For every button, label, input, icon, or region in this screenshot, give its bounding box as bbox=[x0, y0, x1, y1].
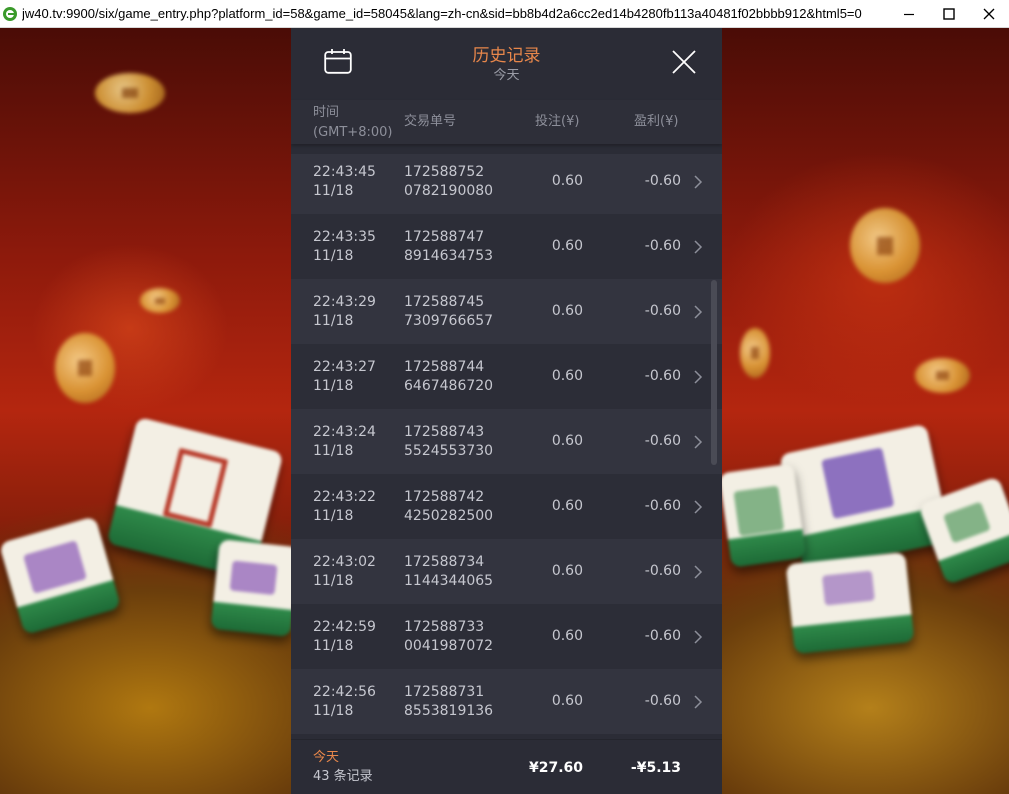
record-time: 22:42:56 11/18 bbox=[313, 684, 376, 719]
record-time: 22:43:45 11/18 bbox=[313, 164, 376, 199]
close-icon[interactable] bbox=[671, 49, 697, 75]
record-time: 22:43:22 11/18 bbox=[313, 489, 376, 524]
mahjong-tile bbox=[718, 463, 807, 568]
record-profit: -0.60 bbox=[644, 433, 681, 449]
summary-period: 今天 bbox=[313, 750, 340, 765]
record-profit: -0.60 bbox=[644, 303, 681, 319]
browser-logo-icon bbox=[3, 6, 17, 21]
chevron-right-icon[interactable] bbox=[693, 175, 703, 189]
record-order-id: 172588734 1144344065 bbox=[404, 554, 494, 589]
maximize-icon bbox=[943, 7, 955, 20]
record-bet: 0.60 bbox=[551, 303, 583, 319]
mahjong-tile bbox=[0, 516, 122, 635]
coin-decoration bbox=[850, 208, 920, 283]
record-profit: -0.60 bbox=[644, 563, 681, 579]
coin-decoration bbox=[915, 358, 970, 393]
window-url: jw40.tv:9900/six/game_entry.php?platform… bbox=[22, 6, 862, 21]
record-bet: 0.60 bbox=[551, 173, 583, 189]
summary-footer: 今天 43 条记录 ¥27.60 -¥5.13 bbox=[291, 739, 722, 794]
chevron-right-icon[interactable] bbox=[693, 305, 703, 319]
page-title: 历史记录 bbox=[472, 46, 541, 66]
table-row[interactable]: 22:43:29 11/18 172588745 7309766657 0.60 -… bbox=[291, 279, 722, 344]
record-bet: 0.60 bbox=[551, 693, 583, 709]
chevron-right-icon[interactable] bbox=[693, 565, 703, 579]
window-titlebar: jw40.tv:9900/six/game_entry.php?platform… bbox=[0, 0, 1009, 28]
record-list: 22:43:45 11/18 172588752 0782190080 0.60 -… bbox=[291, 154, 722, 734]
record-time: 22:42:59 11/18 bbox=[313, 619, 376, 654]
page-subtitle: 今天 bbox=[493, 68, 520, 83]
record-time: 22:43:02 11/18 bbox=[313, 554, 376, 589]
record-order-id: 172588747 8914634753 bbox=[404, 229, 494, 264]
record-bet: 0.60 bbox=[551, 238, 583, 254]
table-header: 时间 (GMT+8:00) 交易单号 投注(¥) 盈利(¥) bbox=[291, 100, 722, 144]
column-header-timezone: (GMT+8:00) bbox=[313, 125, 393, 140]
window-close-icon bbox=[983, 8, 995, 19]
column-header-time: 时间 (GMT+8:00) bbox=[313, 103, 392, 143]
record-count: 43 条记录 bbox=[313, 769, 373, 784]
mahjong-tile bbox=[785, 551, 915, 655]
column-header-bet: 投注(¥) bbox=[535, 114, 580, 129]
total-bet: ¥27.60 bbox=[528, 760, 583, 776]
record-order-id: 172588744 6467486720 bbox=[404, 359, 494, 394]
chevron-right-icon[interactable] bbox=[693, 695, 703, 709]
record-profit: -0.60 bbox=[644, 693, 681, 709]
table-row[interactable]: 22:42:59 11/18 172588733 0041987072 0.60 -… bbox=[291, 604, 722, 669]
record-order-id: 172588745 7309766657 bbox=[404, 294, 494, 329]
total-profit: -¥5.13 bbox=[630, 760, 681, 776]
record-time: 22:43:35 11/18 bbox=[313, 229, 376, 264]
record-order-id: 172588731 8553819136 bbox=[404, 684, 494, 719]
mahjong-tile bbox=[210, 539, 300, 637]
table-row[interactable]: 22:43:24 11/18 172588743 5524553730 0.60 -… bbox=[291, 409, 722, 474]
table-row[interactable]: 22:42:56 11/18 172588731 8553819136 0.60 -… bbox=[291, 669, 722, 734]
history-panel: 历史记录 今天 时间 (GMT+8:00) 交易单号 投注(¥) 盈利(¥) 2… bbox=[291, 28, 722, 794]
panel-header: 历史记录 今天 bbox=[291, 28, 722, 101]
table-row[interactable]: 22:43:35 11/18 172588747 8914634753 0.60 -… bbox=[291, 214, 722, 279]
coin-decoration bbox=[55, 333, 115, 403]
scrollbar-thumb[interactable] bbox=[711, 280, 717, 465]
record-profit: -0.60 bbox=[644, 173, 681, 189]
window-close-button[interactable] bbox=[969, 0, 1009, 28]
record-bet: 0.60 bbox=[551, 628, 583, 644]
record-time: 22:43:24 11/18 bbox=[313, 424, 376, 459]
minimize-button[interactable] bbox=[889, 0, 929, 28]
record-order-id: 172588752 0782190080 bbox=[404, 164, 494, 199]
chevron-right-icon[interactable] bbox=[693, 630, 703, 644]
record-order-id: 172588733 0041987072 bbox=[404, 619, 494, 654]
record-bet: 0.60 bbox=[551, 368, 583, 384]
record-profit: -0.60 bbox=[644, 238, 681, 254]
table-row[interactable]: 22:43:27 11/18 172588744 6467486720 0.60 -… bbox=[291, 344, 722, 409]
table-row[interactable]: 22:43:22 11/18 172588742 4250282500 0.60 -… bbox=[291, 474, 722, 539]
chevron-right-icon[interactable] bbox=[693, 370, 703, 384]
chevron-right-icon[interactable] bbox=[693, 240, 703, 254]
record-profit: -0.60 bbox=[644, 498, 681, 514]
coin-decoration bbox=[95, 73, 165, 113]
chevron-right-icon[interactable] bbox=[693, 435, 703, 449]
chevron-right-icon[interactable] bbox=[693, 500, 703, 514]
record-bet: 0.60 bbox=[551, 563, 583, 579]
table-row[interactable]: 22:43:02 11/18 172588734 1144344065 0.60 -… bbox=[291, 539, 722, 604]
record-time: 22:43:29 11/18 bbox=[313, 294, 376, 329]
record-order-id: 172588743 5524553730 bbox=[404, 424, 494, 459]
column-header-time-label: 时间 bbox=[313, 105, 340, 120]
coin-decoration bbox=[140, 288, 180, 313]
record-time: 22:43:27 11/18 bbox=[313, 359, 376, 394]
record-bet: 0.60 bbox=[551, 433, 583, 449]
column-header-profit: 盈利(¥) bbox=[634, 114, 679, 129]
minimize-icon bbox=[904, 13, 914, 15]
record-profit: -0.60 bbox=[644, 628, 681, 644]
column-header-order: 交易单号 bbox=[404, 114, 457, 129]
record-order-id: 172588742 4250282500 bbox=[404, 489, 494, 524]
table-row[interactable]: 22:43:45 11/18 172588752 0782190080 0.60 -… bbox=[291, 154, 722, 214]
coin-decoration bbox=[740, 328, 770, 378]
record-bet: 0.60 bbox=[551, 498, 583, 514]
maximize-button[interactable] bbox=[929, 0, 969, 28]
record-profit: -0.60 bbox=[644, 368, 681, 384]
